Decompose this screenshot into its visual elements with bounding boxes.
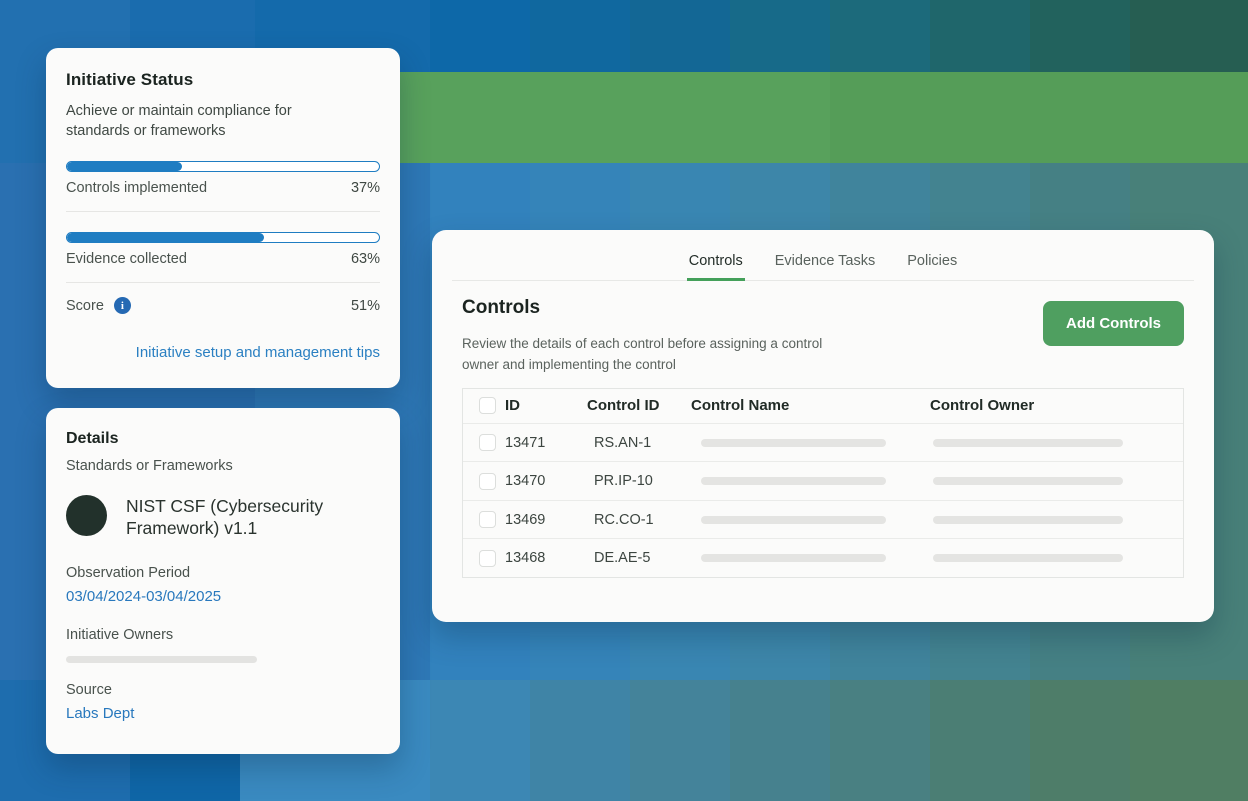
details-card: Details Standards or Frameworks NIST CSF… (46, 408, 400, 754)
row-checkbox[interactable] (479, 550, 496, 567)
table-row[interactable]: 13468 DE.AE-5 (463, 538, 1183, 577)
control-name-placeholder-bar (701, 516, 886, 524)
background-tile (430, 680, 530, 801)
add-controls-button[interactable]: Add Controls (1043, 301, 1184, 346)
background-tile (430, 0, 530, 72)
progress-fill-controls (67, 162, 182, 171)
background-tile (530, 0, 630, 72)
initiative-status-card: Initiative Status Achieve or maintain co… (46, 48, 400, 388)
score-row: Score i 51% (66, 297, 380, 314)
metric-evidence-collected: Evidence collected 63% (66, 232, 380, 267)
control-owner-placeholder-bar (933, 516, 1123, 524)
tab-policies[interactable]: Policies (905, 244, 959, 281)
progress-bar-controls (66, 161, 380, 172)
background-tile (530, 680, 630, 801)
table-header-row: ID Control ID Control Name Control Owner (463, 389, 1183, 423)
tab-evidence-tasks[interactable]: Evidence Tasks (773, 244, 877, 281)
owner-placeholder-bar (66, 656, 257, 663)
controls-panel: Controls Evidence Tasks Policies Control… (432, 230, 1214, 622)
control-name-placeholder-bar (701, 554, 886, 562)
metric-label: Controls implemented (66, 180, 207, 196)
progress-bar-evidence (66, 232, 380, 243)
table-row[interactable]: 13470 PR.IP-10 (463, 461, 1183, 500)
control-name-placeholder-bar (701, 439, 886, 447)
background-tile (1030, 0, 1130, 72)
background-tile (1130, 680, 1248, 801)
score-value: 51% (351, 298, 380, 314)
background-tile (930, 0, 1030, 72)
column-header-control-name: Control Name (691, 397, 930, 414)
metric-controls-implemented: Controls implemented 37% (66, 161, 380, 196)
initiative-tips-link[interactable]: Initiative setup and management tips (66, 344, 380, 361)
background-tile (830, 0, 930, 72)
tab-controls[interactable]: Controls (687, 244, 745, 281)
control-owner-placeholder-bar (933, 554, 1123, 562)
column-header-id: ID (505, 397, 587, 414)
details-title: Details (66, 430, 380, 448)
control-owner-placeholder-bar (933, 477, 1123, 485)
select-all-checkbox[interactable] (479, 397, 496, 414)
tabs-bar: Controls Evidence Tasks Policies (432, 230, 1214, 281)
background-tile (830, 680, 930, 801)
row-id: 13471 (505, 435, 587, 451)
source-label: Source (66, 682, 380, 698)
column-header-control-owner: Control Owner (930, 397, 1183, 414)
background-tile (730, 0, 830, 72)
observation-period-link[interactable]: 03/04/2024-03/04/2025 (66, 588, 221, 605)
panel-title: Controls (462, 297, 857, 319)
column-header-control-id: Control ID (587, 397, 691, 414)
framework-row: NIST CSF (Cybersecurity Framework) v1.1 (66, 495, 380, 540)
metric-label: Evidence collected (66, 251, 187, 267)
initiative-description: Achieve or maintain compliance for stand… (66, 101, 316, 141)
background-tile (1030, 680, 1130, 801)
panel-header: Controls Review the details of each cont… (432, 281, 1214, 376)
info-icon[interactable]: i (114, 297, 131, 314)
table-row[interactable]: 13471 RS.AN-1 (463, 423, 1183, 462)
control-name-placeholder-bar (701, 477, 886, 485)
row-checkbox[interactable] (479, 473, 496, 490)
row-control-id: DE.AE-5 (587, 550, 691, 566)
control-owner-placeholder-bar (933, 439, 1123, 447)
row-control-id: RC.CO-1 (587, 512, 691, 528)
initiative-owners-label: Initiative Owners (66, 627, 380, 643)
panel-description: Review the details of each control befor… (462, 334, 857, 376)
table-row[interactable]: 13469 RC.CO-1 (463, 500, 1183, 539)
metric-value: 37% (351, 180, 380, 196)
row-control-id: RS.AN-1 (587, 435, 691, 451)
background-tile (930, 680, 1030, 801)
row-id: 13468 (505, 550, 587, 566)
background-tile (630, 680, 730, 801)
source-link[interactable]: Labs Dept (66, 705, 134, 722)
score-label: Score (66, 298, 104, 314)
controls-table: ID Control ID Control Name Control Owner… (462, 388, 1184, 578)
background-tile (630, 0, 730, 72)
row-control-id: PR.IP-10 (587, 473, 691, 489)
background-tile (400, 72, 830, 163)
row-id: 13470 (505, 473, 587, 489)
metric-value: 63% (351, 251, 380, 267)
background-tile (730, 680, 830, 801)
background-tile (830, 72, 1248, 163)
framework-name: NIST CSF (Cybersecurity Framework) v1.1 (126, 495, 361, 540)
row-id: 13469 (505, 512, 587, 528)
divider (66, 282, 380, 283)
frameworks-label: Standards or Frameworks (66, 458, 380, 474)
progress-fill-evidence (67, 233, 264, 242)
background-tile (1130, 0, 1248, 72)
row-checkbox[interactable] (479, 434, 496, 451)
observation-period-label: Observation Period (66, 565, 380, 581)
row-checkbox[interactable] (479, 511, 496, 528)
initiative-status-title: Initiative Status (66, 70, 380, 90)
framework-logo-icon (66, 495, 107, 536)
divider (66, 211, 380, 212)
